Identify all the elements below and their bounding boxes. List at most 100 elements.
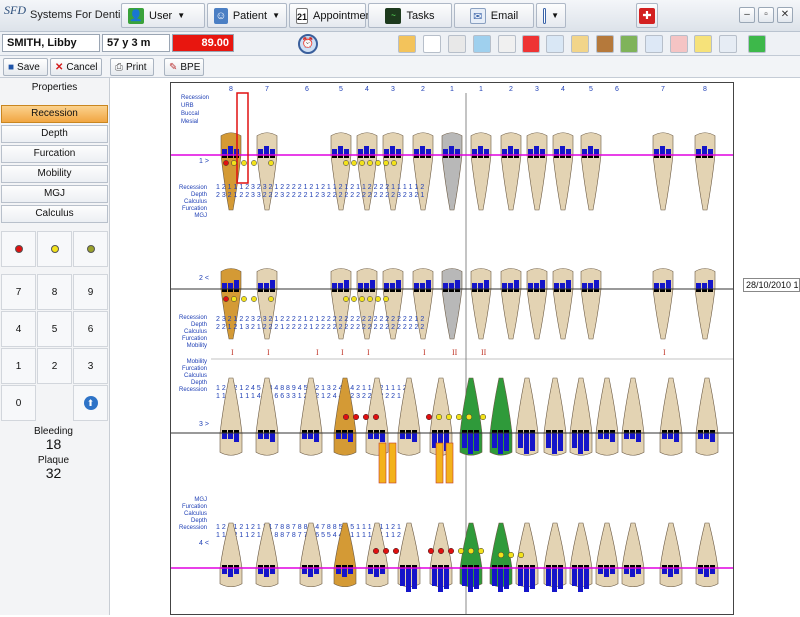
envelope-icon: ✉ [469, 7, 486, 24]
lower-buccal-13-depth-bar-0 [624, 433, 629, 439]
upper-buccal-7-depth-bar-0 [443, 149, 448, 155]
mode-button-depth[interactable]: Depth [1, 125, 108, 143]
upper-lingual-8-depth-bar-2 [484, 280, 489, 289]
tooth-number-12: 5 [589, 86, 593, 93]
bleeding-dot-button[interactable] [1, 231, 36, 267]
mode-button-calculus[interactable]: Calculus [1, 205, 108, 223]
lower-buccal-11-depth-bar-1 [578, 433, 583, 454]
lower-buccal-12-depth-bar-0 [598, 433, 603, 439]
key-0[interactable]: 0 [1, 385, 36, 421]
add-green-icon[interactable] [748, 35, 766, 53]
bpe-button[interactable]: ✎ BPE [164, 58, 204, 76]
block-b-label-3: Furcation [182, 336, 207, 342]
layout-menu-button[interactable]: ▼ [536, 3, 566, 28]
lower-lingual-3-depth-bar-2 [348, 568, 353, 574]
block-c-label-2: Calculus [184, 373, 207, 379]
rec-row-a: 1 2 1 1 1 2 3 2 3 2 1 2 2 2 2 1 2 1 2 1 … [216, 184, 424, 191]
marker-4: 4 < [199, 540, 209, 547]
lower-buccal-2-depth-bar-0 [302, 433, 307, 439]
upper-buccal-7-depth-bar-2 [455, 149, 460, 155]
mode-button-mobility[interactable]: Mobility [1, 165, 108, 183]
perio-chart-svg[interactable]: 8 7 6 5 4 3 2 1 1 2 3 4 5 6 7 8 Recession URB Buccal Mesial… [171, 83, 733, 614]
block-d-label-4: Recession [179, 525, 207, 531]
alarm-clock-icon[interactable]: ⏰ [298, 34, 318, 54]
key-6[interactable]: 6 [73, 311, 108, 347]
tasks-button[interactable]: ~ Tasks [368, 3, 452, 28]
upper-lingual-12-depth-bar-0 [582, 283, 587, 289]
periodontal-chart[interactable]: 8 7 6 5 4 3 2 1 1 2 3 4 5 6 7 8 Recession URB Buccal Mesial… [170, 82, 734, 615]
mobility-mark-4: I [367, 348, 370, 357]
tooth-number-0: 8 [229, 86, 233, 93]
stack-icon[interactable] [620, 35, 638, 53]
lower-buccal-14-depth-bar-1 [668, 433, 673, 439]
mode-button-mgj[interactable]: MGJ [1, 185, 108, 203]
upper-buccal-4-depth-bar-0 [358, 149, 363, 155]
key-3[interactable]: 3 [73, 348, 108, 384]
maximize-button[interactable]: ▫ [758, 7, 774, 23]
print-button[interactable]: ⎙ Print [110, 58, 154, 76]
calendar-icon: 21 [296, 7, 309, 24]
scroll-up-button[interactable]: ⬆ [73, 385, 108, 421]
tasks-label: Tasks [406, 9, 435, 22]
lower-buccal-4-depth-bar-1 [374, 433, 379, 439]
close-button[interactable]: ✕ [777, 7, 793, 23]
paperclip-icon[interactable] [546, 35, 564, 53]
key-8[interactable]: 8 [37, 274, 72, 310]
email-button[interactable]: ✉ Email [454, 3, 534, 28]
user-button[interactable]: 👤 User ▼ [121, 3, 205, 28]
lower-lingual-7-depth-bar-0 [462, 568, 467, 586]
appointments-button[interactable]: 21 Appointments [289, 3, 380, 28]
upper-buccal-11-depth-bar-2 [566, 149, 571, 155]
lower-lingual-14-depth-bar-0 [662, 568, 667, 574]
block-a-label-4: MGJ [194, 213, 207, 219]
block-d-label-3: Depth [191, 518, 207, 524]
pencil-icon[interactable] [694, 35, 712, 53]
first-aid-icon[interactable] [522, 35, 540, 53]
syringe-icon[interactable] [473, 35, 491, 53]
save-button[interactable]: ■ Save [3, 58, 48, 76]
suppuration-dot-button[interactable] [73, 231, 108, 267]
minimize-button[interactable]: – [739, 7, 755, 23]
key-1[interactable]: 1 [1, 348, 36, 384]
card-icon[interactable] [645, 35, 663, 53]
lips-icon[interactable] [670, 35, 688, 53]
book-icon[interactable] [596, 35, 614, 53]
key-2[interactable]: 2 [37, 348, 72, 384]
upper-buccal-12-depth-bar-1 [588, 146, 593, 155]
key-4[interactable]: 4 [1, 311, 36, 347]
document-icon[interactable] [498, 35, 516, 53]
upper-buccal-9-depth-bar-0 [502, 149, 507, 155]
lower-buccal-11-depth-bar-2 [584, 433, 589, 451]
lower-lingual-5-depth-bar-1 [406, 568, 411, 592]
patient-button[interactable]: ☺ Patient ▼ [207, 3, 287, 28]
cancel-button[interactable]: ✕ Cancel [50, 58, 102, 76]
plaque-dot-button[interactable] [37, 231, 72, 267]
lower-lingual-1-depth-bar-2 [270, 568, 275, 574]
upper-buccal-dot-3 [251, 160, 257, 166]
lower-lingual-8-depth-bar-2 [504, 568, 509, 589]
calendar-icon[interactable] [423, 35, 441, 53]
upper-lingual-tooth-12 [580, 268, 602, 340]
mode-button-recession[interactable]: Recession [1, 105, 108, 123]
block-d-label-1: Furcation [182, 504, 207, 510]
key-7[interactable]: 7 [1, 274, 36, 310]
upper-lingual-dot-7 [359, 296, 365, 302]
window-icon[interactable] [719, 35, 737, 53]
pen-chart-icon[interactable] [448, 35, 466, 53]
help-button[interactable]: ✚ [636, 3, 658, 28]
key-5[interactable]: 5 [37, 311, 72, 347]
home-icon[interactable] [398, 35, 416, 53]
upper-lingual-dot-5 [343, 296, 349, 302]
scales-icon[interactable] [571, 35, 589, 53]
key-9[interactable]: 9 [73, 274, 108, 310]
upper-lingual-11-depth-bar-2 [566, 280, 571, 289]
lower-lingual-7-depth-bar-1 [468, 568, 473, 592]
save-label: Save [17, 61, 40, 73]
lower-buccal-dot-1 [352, 413, 360, 421]
upper-buccal-6-depth-bar-2 [426, 149, 431, 155]
patient-name-field[interactable]: SMITH, Libby [2, 34, 100, 52]
lower-lingual-11-depth-bar-0 [572, 568, 577, 586]
tooth-number-9: 2 [509, 86, 513, 93]
mode-button-furcation[interactable]: Furcation [1, 145, 108, 163]
top-bar: SFD Systems For Dentists 👤 User ▼ ☺ Pati… [0, 0, 800, 32]
